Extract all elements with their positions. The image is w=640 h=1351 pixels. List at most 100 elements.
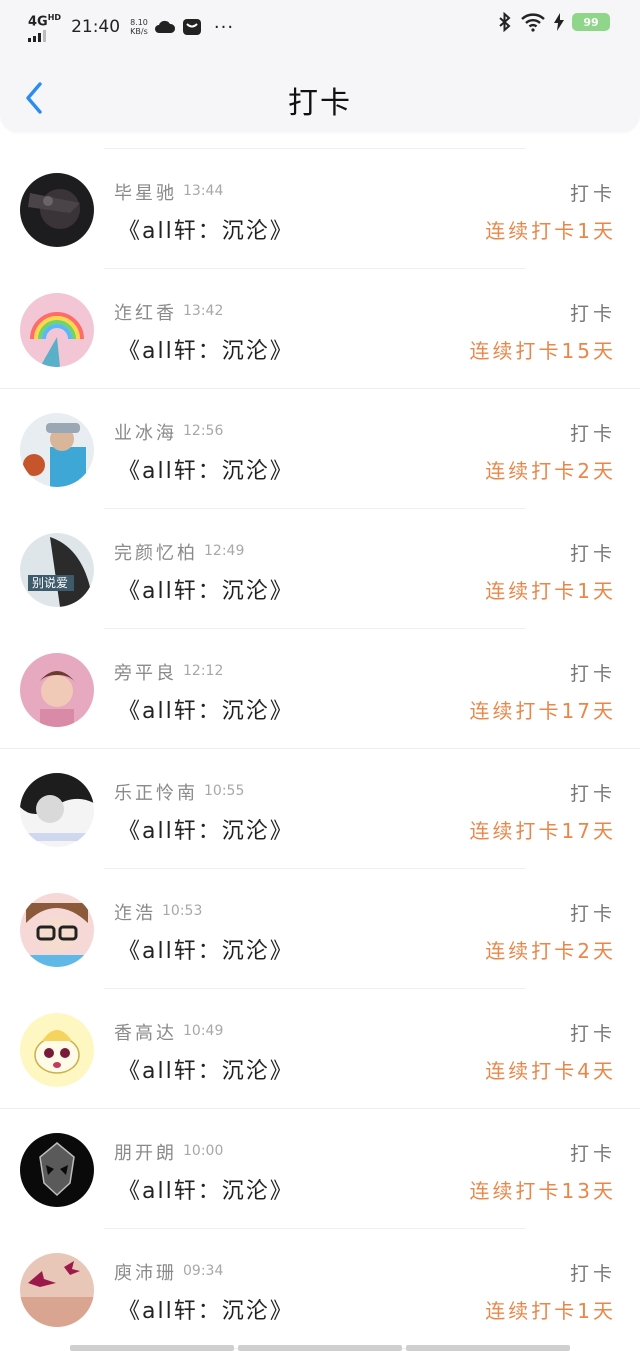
status-bar: 4GHD 21:40 8.10 KB/s ··· 99 xyxy=(0,0,640,50)
signal-icon xyxy=(28,30,61,43)
book-title[interactable]: 《all轩：沉沦》 xyxy=(118,1053,294,1085)
checkin-time: 10:53 xyxy=(162,903,203,919)
list-item[interactable]: 别说爱 完颜忆柏 12:49 打卡《all轩：沉沦》 连续打卡1天 xyxy=(0,509,640,629)
checkin-time: 12:12 xyxy=(183,663,224,679)
streak-count: 连续打卡17天 xyxy=(469,819,616,843)
clock: 21:40 xyxy=(71,17,121,38)
avatar-image xyxy=(20,413,94,487)
checkin-time: 13:42 xyxy=(183,303,224,319)
streak-count: 连续打卡1天 xyxy=(485,579,616,603)
avatar[interactable] xyxy=(20,653,94,727)
more-notifications-icon: ··· xyxy=(213,16,235,38)
book-title[interactable]: 《all轩：沉沦》 xyxy=(118,213,294,245)
user-name[interactable]: 业冰海 xyxy=(114,419,177,445)
list-item[interactable]: 毕星驰 13:44 打卡《all轩：沉沦》 连续打卡1天 xyxy=(0,149,640,269)
bluetooth-icon xyxy=(499,12,511,32)
avatar[interactable]: 别说爱 xyxy=(20,533,94,607)
checkin-label: 打卡 xyxy=(569,783,616,805)
mail-app-icon xyxy=(182,19,201,36)
net-speed: 8.10 KB/s xyxy=(130,18,148,36)
book-title[interactable]: 《all轩：沉沦》 xyxy=(118,933,294,965)
user-name[interactable]: 旁平良 xyxy=(114,659,177,685)
battery-icon: 99 xyxy=(572,13,610,31)
network-hd: HD xyxy=(47,13,62,22)
list-item[interactable]: 香高达 10:49 打卡《all轩：沉沦》 连续打卡4天 xyxy=(0,989,640,1109)
checkin-time: 10:49 xyxy=(183,1023,224,1039)
checkin-label: 打卡 xyxy=(569,543,616,565)
streak-count: 连续打卡17天 xyxy=(469,699,616,723)
avatar[interactable] xyxy=(20,413,94,487)
checkin-label: 打卡 xyxy=(569,903,616,925)
book-title[interactable]: 《all轩：沉沦》 xyxy=(118,693,294,725)
streak-count: 连续打卡4天 xyxy=(485,1059,616,1083)
checkin-time: 10:00 xyxy=(183,1143,224,1159)
avatar-image xyxy=(20,173,94,247)
avatar-image xyxy=(20,1253,94,1327)
checkin-time: 12:56 xyxy=(183,423,224,439)
net-speed-unit: KB/s xyxy=(130,27,148,37)
book-title[interactable]: 《all轩：沉沦》 xyxy=(118,573,294,605)
streak-count: 连续打卡1天 xyxy=(485,219,616,243)
user-name[interactable]: 乐正怜南 xyxy=(114,779,198,805)
checkin-label: 打卡 xyxy=(569,1143,616,1165)
avatar-image xyxy=(20,1133,94,1207)
status-left: 4GHD 21:40 8.10 KB/s ··· xyxy=(28,12,235,43)
checkin-label: 打卡 xyxy=(569,663,616,685)
list-item[interactable]: 迮红香 13:42 打卡《all轩：沉沦》 连续打卡15天 xyxy=(0,269,640,389)
avatar-image xyxy=(20,773,94,847)
book-title[interactable]: 《all轩：沉沦》 xyxy=(118,453,294,485)
status-right: 99 xyxy=(498,12,610,32)
avatar-image xyxy=(20,653,94,727)
checkin-time: 09:34 xyxy=(183,1263,224,1279)
checkin-time: 10:55 xyxy=(204,783,245,799)
avatar[interactable] xyxy=(20,773,94,847)
avatar[interactable] xyxy=(20,173,94,247)
cloud-icon xyxy=(154,20,175,34)
list-item[interactable]: 旁平良 12:12 打卡《all轩：沉沦》 连续打卡17天 xyxy=(0,629,640,749)
checkin-label: 打卡 xyxy=(569,303,616,325)
user-name[interactable]: 香高达 xyxy=(114,1019,177,1045)
avatar-image: 别说爱 xyxy=(20,533,94,607)
list-item[interactable]: 朋开朗 10:00 打卡《all轩：沉沦》 连续打卡13天 xyxy=(0,1109,640,1229)
avatar-image xyxy=(20,1013,94,1087)
user-name[interactable]: 庾沛珊 xyxy=(114,1259,177,1285)
book-title[interactable]: 《all轩：沉沦》 xyxy=(118,333,294,365)
avatar[interactable] xyxy=(20,893,94,967)
checkin-label: 打卡 xyxy=(569,183,616,205)
book-title[interactable]: 《all轩：沉沦》 xyxy=(118,1173,294,1205)
avatar[interactable] xyxy=(20,1133,94,1207)
checkin-time: 12:49 xyxy=(204,543,245,559)
avatar-image xyxy=(20,293,94,367)
streak-count: 连续打卡13天 xyxy=(469,1179,616,1203)
charging-icon xyxy=(554,13,564,31)
streak-count: 连续打卡1天 xyxy=(485,1299,616,1323)
user-name[interactable]: 毕星驰 xyxy=(114,179,177,205)
checkin-label: 打卡 xyxy=(569,1263,616,1285)
avatar-image xyxy=(20,893,94,967)
list-item[interactable]: 乐正怜南 10:55 打卡《all轩：沉沦》 连续打卡17天 xyxy=(0,749,640,869)
user-name[interactable]: 完颜忆柏 xyxy=(114,539,198,565)
checkin-label: 打卡 xyxy=(569,423,616,445)
checkin-time: 13:44 xyxy=(183,183,224,199)
svg-text:别说爱: 别说爱 xyxy=(32,575,68,590)
home-indicator xyxy=(70,1345,570,1351)
list-item[interactable]: 业冰海 12:56 打卡 《all轩：沉沦》 连续打卡2天 xyxy=(0,389,640,509)
user-name[interactable]: 朋开朗 xyxy=(114,1139,177,1165)
network-type: 4G xyxy=(28,14,48,30)
list-item[interactable]: 迮浩 10:53 打卡《all轩：沉沦》 连续打卡2天 xyxy=(0,869,640,989)
avatar[interactable] xyxy=(20,1013,94,1087)
avatar[interactable] xyxy=(20,1253,94,1327)
book-title[interactable]: 《all轩：沉沦》 xyxy=(118,813,294,845)
streak-count: 连续打卡15天 xyxy=(469,339,616,363)
list-item[interactable]: 庾沛珊 09:34 打卡《all轩：沉沦》 连续打卡1天 xyxy=(0,1229,640,1349)
checkin-label: 打卡 xyxy=(569,1023,616,1045)
page-header: 打卡 xyxy=(0,50,640,132)
user-name[interactable]: 迮红香 xyxy=(114,299,177,325)
avatar[interactable] xyxy=(20,293,94,367)
page-title: 打卡 xyxy=(288,86,352,121)
wifi-icon xyxy=(521,13,545,32)
streak-count: 连续打卡2天 xyxy=(485,939,616,963)
book-title[interactable]: 《all轩：沉沦》 xyxy=(118,1293,294,1325)
network-indicator: 4GHD xyxy=(28,12,62,43)
user-name[interactable]: 迮浩 xyxy=(114,899,156,925)
